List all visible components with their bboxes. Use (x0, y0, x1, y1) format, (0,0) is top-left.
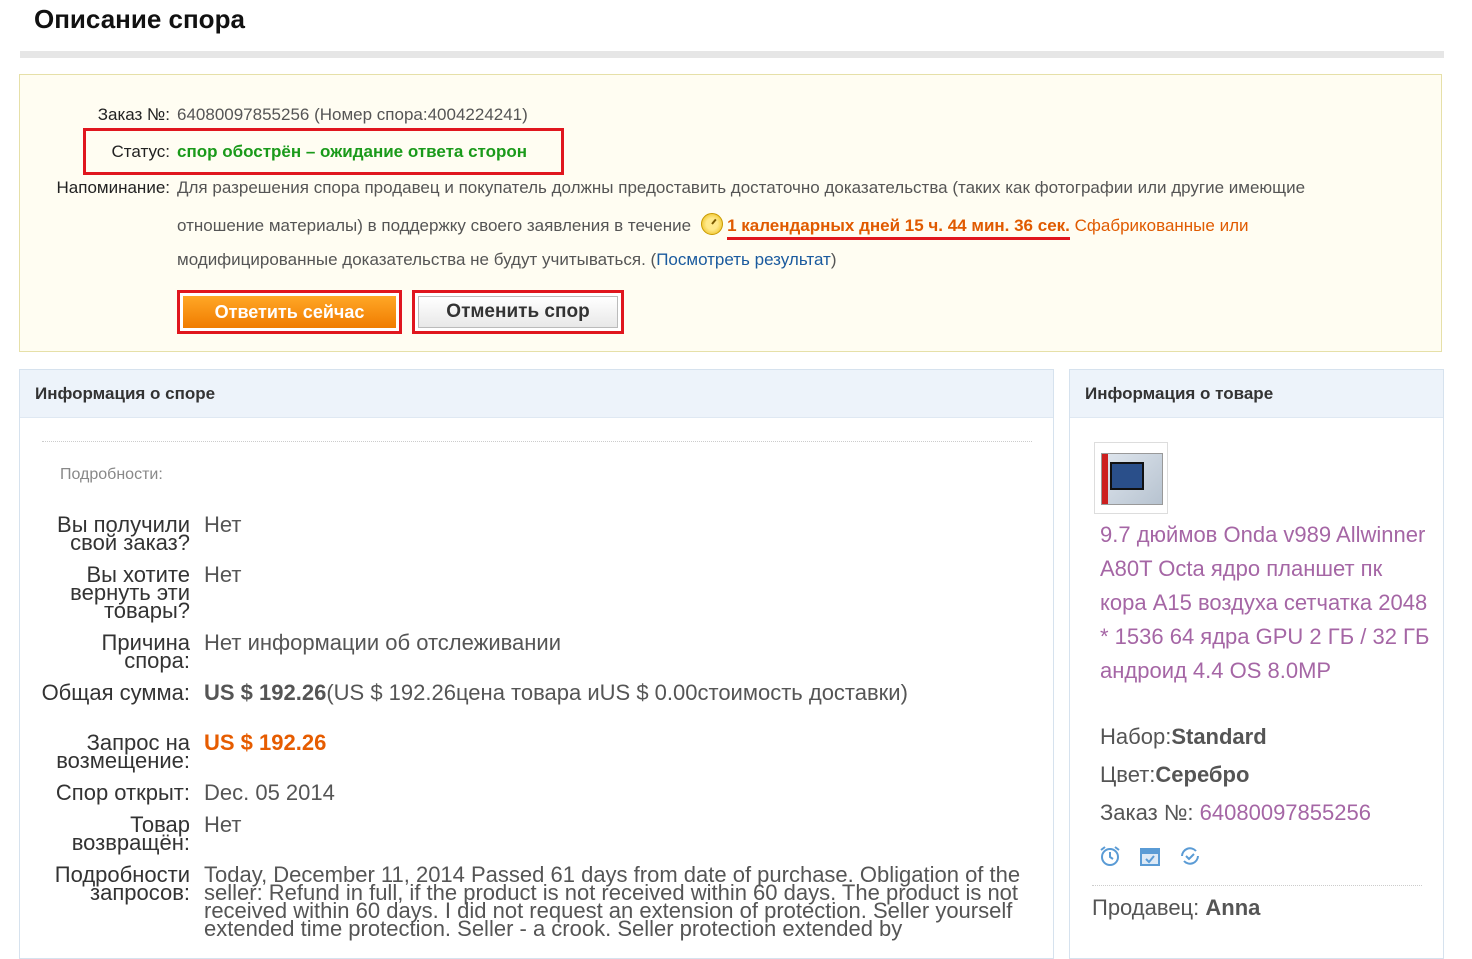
cancel-dispute-button[interactable]: Отменить спор (418, 296, 618, 328)
product-order: Заказ №: 64080097855256 (1100, 800, 1371, 826)
order-value: 64080097855256 (Номер спора:4004224241) (177, 105, 528, 124)
status-value: спор обострён – ожидание ответа сторон (177, 142, 528, 161)
status-label: Статус: (111, 142, 170, 161)
reminder-line-2-tail: Сфабрикованные или (1069, 216, 1249, 235)
alarm-clock-icon[interactable] (1098, 845, 1122, 867)
dispute-info-divider (42, 441, 1032, 442)
dispute-reason-label: Причина спора: (101, 630, 190, 673)
tablet-image (1101, 453, 1163, 505)
reminder-line-3: модифицированные доказательства не будут… (177, 249, 837, 271)
reminder-label: Напоминание: (56, 178, 170, 197)
total-amount-bold: US $ 192.26 (204, 680, 327, 705)
dispute-info-header: Информация о споре (20, 370, 1053, 418)
thumbnail-screen (1110, 462, 1144, 490)
goods-returned-value: Нет (204, 812, 242, 837)
clock-icon (701, 213, 724, 235)
request-details-value: Today, December 11, 2014 Passed 61 days … (204, 862, 1021, 941)
seller-name[interactable]: Anna (1205, 895, 1260, 920)
received-order-value: Нет (204, 512, 242, 537)
calendar-icon[interactable] (1138, 845, 1162, 867)
dispute-opened-label: Спор открыт: (55, 780, 190, 805)
details-caption: Подробности: (60, 466, 163, 483)
cancel-dispute-button-frame: Отменить спор (412, 290, 624, 334)
product-color-label: Цвет: (1100, 762, 1156, 787)
product-title-link[interactable]: 9.7 дюймов Onda v989 Allwinner A80T Octa… (1100, 518, 1430, 688)
seller-label: Продавец: (1092, 895, 1206, 920)
reminder-line-2: отношение материалы) в поддержку своего … (177, 213, 1249, 240)
reply-now-button-frame: Ответить сейчас (177, 290, 402, 334)
dispute-info-panel: Информация о споре Подробности: Вы получ… (19, 369, 1054, 959)
seller-divider (1092, 885, 1422, 886)
reminder-line-1: Для разрешения спора продавец и покупате… (177, 178, 1306, 197)
product-set: Набор:Standard (1100, 724, 1267, 750)
thumbnail-red-stripe (1102, 454, 1108, 504)
return-goods-value: Нет (204, 562, 242, 587)
total-amount-label: Общая сумма: (41, 680, 190, 705)
goods-returned-label: Товар возвращён: (71, 812, 190, 855)
refund-request-label: Запрос на возмещение: (56, 730, 190, 773)
request-details-label: Подробности запросов: (54, 862, 190, 905)
reply-now-button[interactable]: Ответить сейчас (183, 296, 396, 328)
product-order-link[interactable]: 64080097855256 (1200, 800, 1371, 825)
order-label: Заказ №: (97, 105, 170, 124)
product-order-label: Заказ №: (1100, 800, 1200, 825)
product-set-value: Standard (1171, 724, 1267, 749)
dispute-opened-value: Dec. 05 2014 (204, 780, 335, 805)
product-set-label: Набор: (1100, 724, 1172, 749)
total-amount-value: US $ 192.26(US $ 192.26цена товара иUS $… (204, 682, 908, 704)
product-color: Цвет:Серебро (1100, 762, 1249, 788)
reminder-line-3-text: модифицированные доказательства не будут… (177, 250, 657, 269)
seller-info: Продавец: Anna (1092, 895, 1260, 921)
received-order-label: Вы получили свой заказ? (57, 512, 190, 555)
countdown-timer: 1 календарных дней 15 ч. 44 мин. 36 сек. (727, 216, 1070, 240)
refund-request-value: US $ 192.26 (204, 730, 327, 755)
reminder-line-3-close: ) (830, 250, 837, 269)
reminder-line-2-text: отношение материалы) в поддержку своего … (177, 216, 692, 235)
title-divider (20, 51, 1444, 58)
product-info-panel: Информация о товаре 9.7 дюймов Onda v989… (1069, 369, 1444, 959)
view-result-link[interactable]: Посмотреть результат (656, 250, 831, 269)
return-goods-label: Вы хотите вернуть эти товары? (70, 562, 190, 623)
product-color-value: Серебро (1155, 762, 1250, 787)
total-amount-breakdown: (US $ 192.26цена товара иUS $ 0.00стоимо… (326, 680, 908, 705)
product-info-header: Информация о товаре (1070, 370, 1443, 418)
page-title: Описание спора (34, 4, 245, 34)
dispute-reason-value: Нет информации об отслеживании (204, 630, 562, 655)
refresh-check-icon[interactable] (1178, 845, 1202, 867)
product-thumbnail[interactable] (1094, 442, 1168, 514)
